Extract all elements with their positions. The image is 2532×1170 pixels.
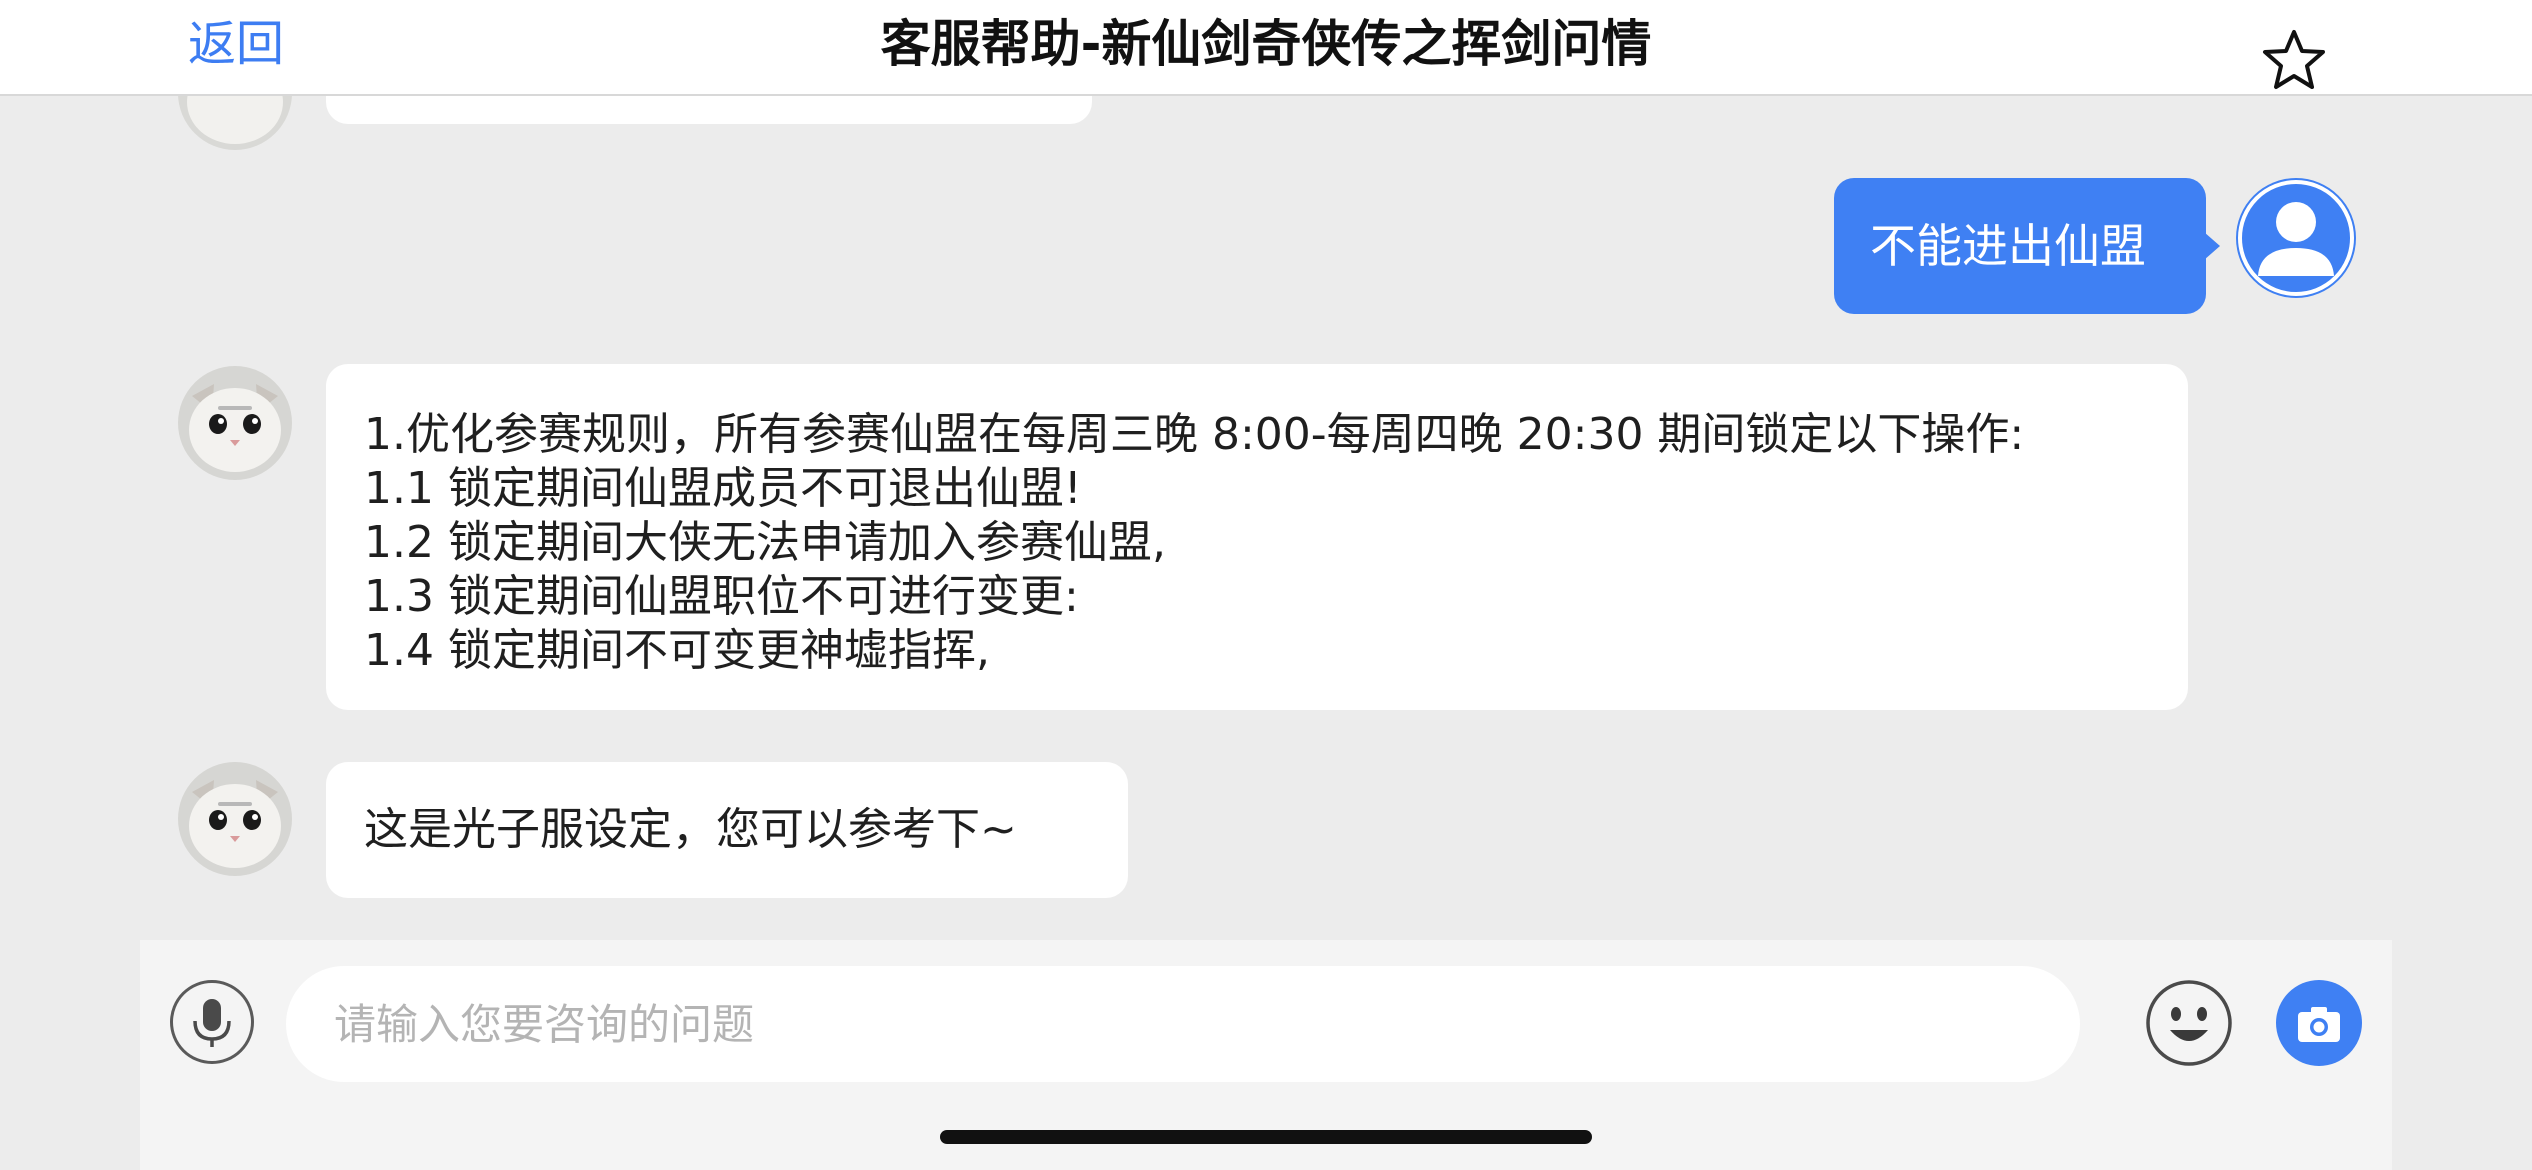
previous-message-bubble (326, 96, 1092, 124)
agent-avatar (178, 96, 292, 150)
message-line: 1.优化参赛规则，所有参赛仙盟在每周三晚 8:00-每周四晚 20:30 期间锁… (364, 409, 2025, 460)
question-input[interactable] (286, 966, 2080, 1082)
agent-message-bubble: 1.优化参赛规则，所有参赛仙盟在每周三晚 8:00-每周四晚 20:30 期间锁… (326, 364, 2188, 710)
star-outline-icon[interactable] (2262, 28, 2326, 92)
page-title: 客服帮助-新仙剑奇侠传之挥剑问情 (880, 15, 1652, 73)
emoji-button[interactable] (2144, 978, 2234, 1072)
user-message-bubble: 不能进出仙盟 (1834, 178, 2220, 314)
user-message-text: 不能进出仙盟 (1870, 219, 2146, 273)
photo-button[interactable] (2276, 980, 2362, 1066)
microphone-icon (193, 999, 231, 1047)
camera-icon (2298, 1007, 2340, 1042)
user-avatar (2236, 178, 2356, 298)
message-line: 1.4 锁定期间不可变更神墟指挥, (364, 625, 990, 676)
message-line: 1.3 锁定期间仙盟职位不可进行变更: (364, 571, 1079, 622)
top-navigation-bar: 返回 客服帮助-新仙剑奇侠传之挥剑问情 (0, 0, 2532, 96)
person-icon (2238, 180, 2354, 296)
agent-avatar (178, 366, 292, 480)
chat-message-list[interactable]: 不能进出仙盟 1.优化参赛规则，所有参赛仙盟在每周三晚 8:00-每周四晚 20… (0, 96, 2532, 940)
agent-avatar (178, 762, 292, 876)
voice-input-button[interactable] (170, 980, 254, 1064)
home-indicator[interactable] (940, 1130, 1592, 1144)
message-line: 1.1 锁定期间仙盟成员不可退出仙盟! (364, 463, 1082, 514)
smiley-face-icon (2146, 980, 2232, 1066)
message-text: 这是光子服设定，您可以参考下~ (364, 804, 1017, 855)
message-line: 1.2 锁定期间大侠无法申请加入参赛仙盟, (364, 517, 1166, 568)
agent-message-bubble: 这是光子服设定，您可以参考下~ (326, 762, 1128, 898)
